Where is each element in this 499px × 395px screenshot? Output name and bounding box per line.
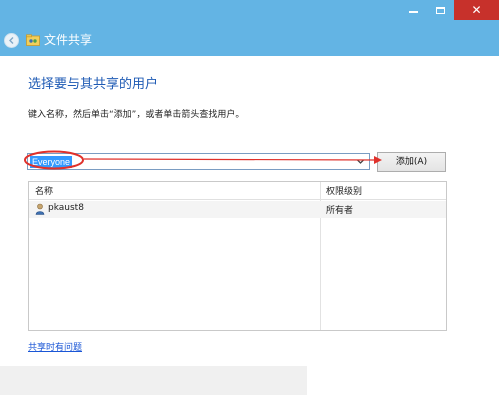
user-name: pkaust8 bbox=[48, 203, 84, 213]
maximize-icon bbox=[436, 6, 445, 14]
user-name-combobox[interactable]: Everyone bbox=[27, 153, 370, 170]
window-controls: ✕ bbox=[400, 0, 499, 20]
chevron-down-icon[interactable] bbox=[356, 157, 365, 166]
back-button[interactable] bbox=[4, 33, 19, 48]
instruction-text: 键入名称，然后单击“添加”，或者单击箭头查找用户。 bbox=[28, 110, 245, 120]
page-heading: 选择要与其共享的用户 bbox=[28, 77, 159, 92]
user-icon bbox=[35, 203, 45, 215]
sharing-help-link[interactable]: 共享时有问题 bbox=[28, 340, 82, 353]
back-arrow-icon bbox=[9, 37, 14, 44]
shared-folder-icon bbox=[26, 34, 40, 46]
title-bar: ✕ 文件共享 bbox=[0, 0, 499, 56]
user-list: 名称 权限级别 pkaust8 所有者 bbox=[28, 181, 447, 331]
maximize-button[interactable] bbox=[427, 0, 454, 20]
file-sharing-window: ✕ 文件共享 选择要与其共享的用户 键入名称，然后单击“添加”，或者单击箭头查找… bbox=[0, 0, 499, 395]
name-input-value[interactable]: Everyone bbox=[30, 156, 73, 168]
minimize-icon bbox=[409, 11, 418, 13]
list-header: 名称 权限级别 bbox=[29, 182, 446, 200]
column-header-permission[interactable]: 权限级别 bbox=[326, 184, 362, 197]
permission-level[interactable]: 所有者 bbox=[326, 203, 353, 216]
add-button[interactable]: 添加(A) bbox=[377, 152, 446, 172]
column-header-name[interactable]: 名称 bbox=[35, 184, 53, 197]
wizard-title: 文件共享 bbox=[44, 33, 93, 47]
list-item[interactable]: pkaust8 所有者 bbox=[29, 201, 446, 218]
close-button[interactable]: ✕ bbox=[454, 0, 499, 20]
minimize-button[interactable] bbox=[400, 0, 427, 20]
footer-bar bbox=[0, 366, 307, 395]
